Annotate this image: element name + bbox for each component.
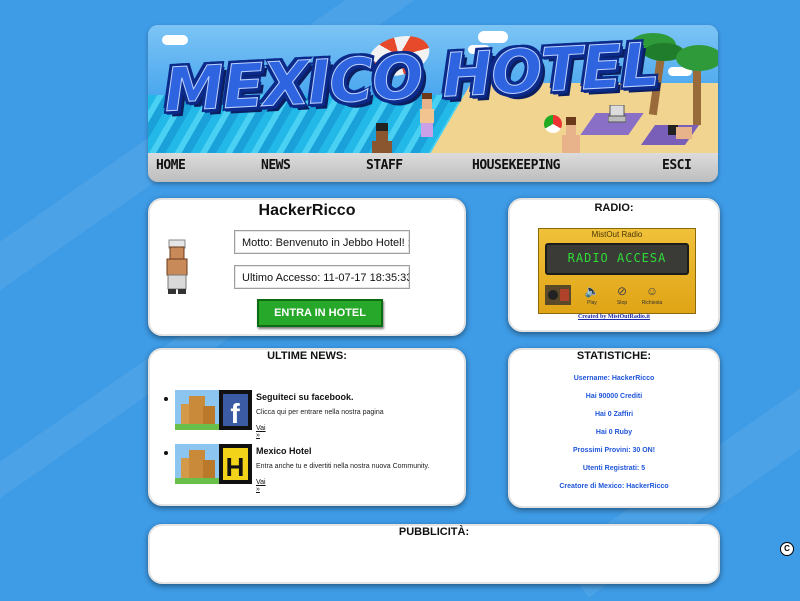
header-banner: MEXICO HOTEL [148, 25, 718, 153]
copyright-icon: C [780, 542, 794, 556]
news-panel: ULTIME NEWS: f Seguiteci su facebook. Cl… [148, 348, 466, 506]
radio-play-button[interactable]: 🔈 Play [579, 283, 605, 309]
main-nav: HOME NEWS STAFF HOUSEKEEPING ESCI [148, 153, 718, 182]
habbo-character-icon [562, 117, 580, 153]
radio-credit-link[interactable]: Created by MistOutRadio.it [510, 314, 718, 320]
stats-heading: STATISTICHE: [576, 350, 652, 362]
list-bullet [164, 451, 168, 455]
nav-news[interactable]: NEWS [261, 158, 291, 173]
radio-speaker-icon [545, 285, 571, 305]
habbo-h-icon: H [226, 452, 245, 482]
stat-username: Username: HackerRicco [573, 375, 655, 382]
radio-request-button[interactable]: ☺ Richiesta [639, 283, 665, 309]
request-icon: ☺ [645, 284, 659, 298]
radio-status-text: RADIO ACCESA [567, 251, 667, 265]
radio-player: MistOut Radio RADIO ACCESA 🔈 Play ⊘ Stop… [538, 228, 696, 314]
stat-creator: Creatore di Mexico: HackerRicco [559, 483, 669, 490]
list-bullet [164, 397, 168, 401]
laptop-icon [608, 105, 626, 123]
stat-registered-users: Utenti Registrati: 5 [582, 465, 646, 472]
facebook-icon: f [230, 398, 240, 429]
palm-tree-icon [693, 65, 701, 125]
nav-staff[interactable]: STAFF [366, 158, 403, 173]
user-avatar [166, 239, 188, 294]
news-heading: ULTIME NEWS: [267, 350, 347, 362]
habbo-character-icon [668, 125, 692, 139]
news-read-more-link[interactable]: Vai » [256, 479, 266, 493]
ads-heading: PUBBLICITÀ: [398, 526, 470, 538]
motto-field: Motto: Benvenuto in Jebbo Hotel! ;D [234, 230, 410, 254]
radio-panel: RADIO: MistOut Radio RADIO ACCESA 🔈 Play… [508, 198, 720, 332]
news-headline: Seguiteci su facebook. [256, 392, 354, 402]
radio-stop-button[interactable]: ⊘ Stop [609, 283, 635, 309]
news-body: Clicca qui per entrare nella nostra pagi… [256, 409, 384, 416]
news-thumbnail-facebook: f [175, 390, 252, 430]
stat-auditions: Prossimi Provini: 30 ON! [572, 447, 656, 454]
stats-panel: STATISTICHE: Username: HackerRicco Hai 9… [508, 348, 720, 508]
news-body: Entra anche tu e divertiti nella nostra … [256, 463, 430, 470]
last-access-field: Ultimo Accesso: 11-07-17 18:35:33 [234, 265, 410, 289]
enter-hotel-button[interactable]: ENTRA IN HOTEL [257, 299, 383, 327]
news-read-more-link[interactable]: Vai » [256, 425, 266, 439]
nav-home[interactable]: HOME [156, 158, 186, 173]
palm-leaf [676, 45, 718, 71]
username-heading: HackerRicco [258, 202, 356, 219]
stat-ruby: Hai 0 Ruby [595, 429, 633, 436]
user-panel: HackerRicco Motto: Benvenuto in Jebbo Ho… [148, 198, 466, 336]
stat-credits: Hai 90000 Crediti [585, 393, 643, 400]
news-thumbnail-hotel: H [175, 444, 252, 484]
nav-esci[interactable]: ESCI [662, 158, 692, 173]
site-header: MEXICO HOTEL HOME NEWS STAFF HOUSEKEEPIN… [148, 25, 718, 182]
nav-housekeeping[interactable]: HOUSEKEEPING [472, 158, 560, 173]
cloud-icon [162, 35, 188, 45]
ads-panel: PUBBLICITÀ: [148, 524, 720, 584]
habbo-character-icon [372, 123, 392, 153]
news-headline: Mexico Hotel [256, 446, 312, 456]
stop-icon: ⊘ [616, 284, 628, 298]
stat-sapphires: Hai 0 Zaffiri [594, 411, 634, 418]
radio-heading: RADIO: [594, 202, 634, 214]
radio-brand: MistOut Radio [591, 230, 643, 239]
radio-display: RADIO ACCESA [545, 243, 689, 275]
speaker-icon: 🔈 [584, 284, 600, 298]
